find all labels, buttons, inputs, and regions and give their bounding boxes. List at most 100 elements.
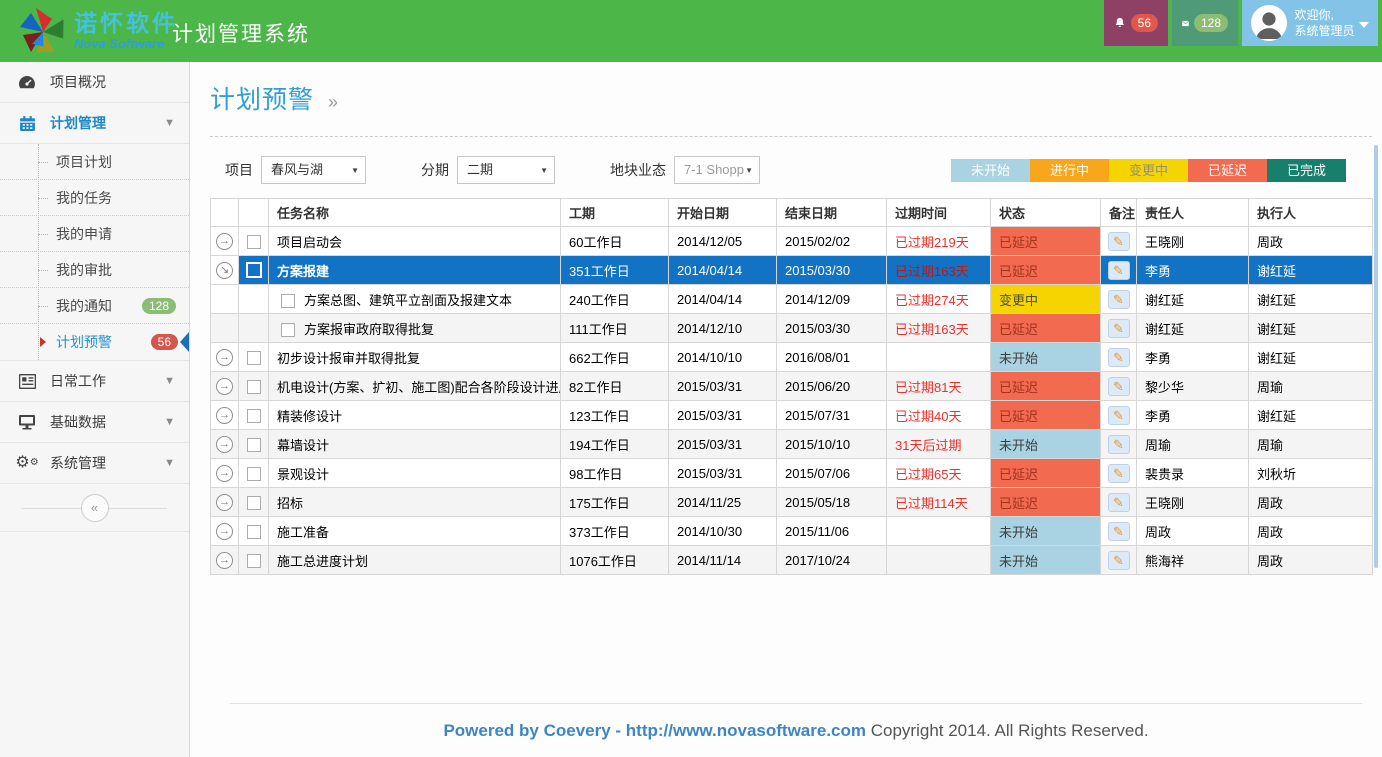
table-row[interactable]: →招标175工作日2014/11/252015/05/18已过期114天已延迟✎… xyxy=(211,488,1373,517)
expand-row-icon[interactable]: → xyxy=(216,523,233,540)
expand-row-icon[interactable]: → xyxy=(216,552,233,569)
edit-note-button[interactable]: ✎ xyxy=(1108,435,1130,454)
edit-note-button[interactable]: ✎ xyxy=(1108,377,1130,396)
expand-row-icon[interactable]: → xyxy=(216,465,233,482)
filter-select-3[interactable]: 7-1 Shopp▼ xyxy=(674,156,760,184)
table-scrollbar[interactable] xyxy=(1374,145,1378,568)
executor-cell: 周政 xyxy=(1249,517,1373,546)
sidebar-subitem-label: 我的申请 xyxy=(56,226,112,242)
sidebar-item-system-management[interactable]: ⚙⚙ 系统管理 ▼ xyxy=(0,443,189,484)
row-checkbox[interactable] xyxy=(247,554,261,568)
edit-note-button[interactable]: ✎ xyxy=(1108,261,1130,280)
table-row[interactable]: 方案总图、建筑平立剖面及报建文本240工作日2014/04/142014/12/… xyxy=(211,285,1373,314)
task-name-cell: 初步设计报审并取得批复 xyxy=(269,343,561,372)
edit-note-button[interactable]: ✎ xyxy=(1108,319,1130,338)
row-checkbox[interactable] xyxy=(247,235,261,249)
sidebar-collapse-button[interactable]: « xyxy=(81,494,109,522)
table-row[interactable]: →幕墙设计194工作日2015/03/312015/10/1031天后过期未开始… xyxy=(211,430,1373,459)
avatar xyxy=(1251,5,1287,41)
start-date-cell: 2014/11/14 xyxy=(669,546,777,575)
expand-row-icon[interactable]: → xyxy=(216,407,233,424)
expand-row-icon[interactable]: → xyxy=(216,436,233,453)
executor-cell: 谢红延 xyxy=(1249,343,1373,372)
filter-selected-value: 7-1 Shopp xyxy=(684,162,744,177)
collapse-row-icon[interactable]: ↘ xyxy=(216,262,233,279)
sidebar-subitem-label: 我的通知 xyxy=(56,298,112,314)
row-checkbox[interactable] xyxy=(247,409,261,423)
legend-button-5[interactable]: 已完成 xyxy=(1267,159,1346,182)
table-row[interactable]: →施工总进度计划1076工作日2014/11/142017/10/24未开始✎熊… xyxy=(211,546,1373,575)
legend-button-4[interactable]: 已延迟 xyxy=(1188,159,1267,182)
table-row[interactable]: 方案报审政府取得批复111工作日2014/12/102015/03/30已过期1… xyxy=(211,314,1373,343)
edit-note-button[interactable]: ✎ xyxy=(1108,522,1130,541)
edit-note-button[interactable]: ✎ xyxy=(1108,551,1130,570)
edit-note-button[interactable]: ✎ xyxy=(1108,348,1130,367)
expand-row-icon[interactable]: → xyxy=(216,349,233,366)
edit-note-button[interactable]: ✎ xyxy=(1108,406,1130,425)
overdue-cell: 已过期163天 xyxy=(887,314,991,343)
sidebar-subitem-3[interactable]: 我的申请 xyxy=(0,216,189,252)
row-checkbox[interactable] xyxy=(247,351,261,365)
dashboard-icon xyxy=(17,73,37,91)
sidebar-item-daily-work[interactable]: 日常工作 ▼ xyxy=(0,361,189,402)
row-checkbox[interactable] xyxy=(281,294,295,308)
edit-note-button[interactable]: ✎ xyxy=(1108,232,1130,251)
legend-button-1[interactable]: 未开始 xyxy=(951,159,1030,182)
row-checkbox[interactable] xyxy=(247,467,261,481)
edit-note-button[interactable]: ✎ xyxy=(1108,493,1130,512)
end-date-cell: 2017/10/24 xyxy=(777,546,887,575)
table-row[interactable]: ↘方案报建351工作日2014/04/142015/03/30已过期163天已延… xyxy=(211,256,1373,285)
expand-row-icon[interactable]: → xyxy=(216,233,233,250)
row-checkbox[interactable] xyxy=(247,496,261,510)
messages-button[interactable]: 128 xyxy=(1172,0,1238,46)
user-menu[interactable]: 欢迎你, 系统管理员 xyxy=(1242,0,1378,46)
task-name: 机电设计(方案、扩初、施工图)配合各阶段设计进度 xyxy=(277,380,561,395)
note-cell: ✎ xyxy=(1101,546,1137,575)
sidebar-item-base-data[interactable]: 基础数据 ▼ xyxy=(0,402,189,443)
sidebar-subitem-1[interactable]: 项目计划 xyxy=(0,144,189,180)
expand-cell: ↘ xyxy=(211,256,239,285)
filter-select-2[interactable]: 二期▼ xyxy=(457,156,555,184)
overdue-cell xyxy=(887,517,991,546)
legend-button-2[interactable]: 进行中 xyxy=(1030,159,1109,182)
sidebar: 项目概况 计划管理 ▼ 项目计划我的任务我的申请我的审批我的通知128计划预警5… xyxy=(0,62,190,757)
chevron-down-icon: ▼ xyxy=(164,457,175,469)
table-row[interactable]: →机电设计(方案、扩初、施工图)配合各阶段设计进度82工作日2015/03/31… xyxy=(211,372,1373,401)
app-header: 诺怀软件 Nova Software 计划管理系统 56 128 欢迎你, 系统… xyxy=(0,0,1382,62)
filters-row: 项目春风与湖▼分期二期▼地块业态7-1 Shopp▼ xyxy=(210,156,760,184)
expand-row-icon[interactable]: → xyxy=(216,494,233,511)
row-checkbox[interactable] xyxy=(247,380,261,394)
table-row[interactable]: →项目启动会60工作日2014/12/052015/02/02已过期219天已延… xyxy=(211,227,1373,256)
edit-note-button[interactable]: ✎ xyxy=(1108,290,1130,309)
column-header-3: 开始日期 xyxy=(669,199,777,227)
sidebar-subitem-5[interactable]: 我的通知128 xyxy=(0,288,189,324)
note-cell: ✎ xyxy=(1101,227,1137,256)
duration-cell: 82工作日 xyxy=(561,372,669,401)
expand-row-icon[interactable]: → xyxy=(216,378,233,395)
sidebar-subitem-6[interactable]: 计划预警56 xyxy=(0,324,189,360)
row-checkbox[interactable] xyxy=(281,323,295,337)
filter-select-1[interactable]: 春风与湖▼ xyxy=(261,156,366,184)
sidebar-subitem-label: 项目计划 xyxy=(56,154,112,170)
footer-link[interactable]: Powered by Coevery - http://www.novasoft… xyxy=(443,721,866,740)
table-row[interactable]: →初步设计报审并取得批复662工作日2014/10/102016/08/01未开… xyxy=(211,343,1373,372)
row-checkbox[interactable] xyxy=(247,438,261,452)
sidebar-item-label: 项目概况 xyxy=(50,72,106,92)
task-name-cell: 机电设计(方案、扩初、施工图)配合各阶段设计进度 xyxy=(269,372,561,401)
edit-note-button[interactable]: ✎ xyxy=(1108,464,1130,483)
duration-cell: 373工作日 xyxy=(561,517,669,546)
table-row[interactable]: →精装修设计123工作日2015/03/312015/07/31已过期40天已延… xyxy=(211,401,1373,430)
row-checkbox[interactable] xyxy=(246,262,262,278)
sidebar-item-plan-management[interactable]: 计划管理 ▼ xyxy=(0,103,189,144)
legend-button-3[interactable]: 变更中 xyxy=(1109,159,1188,182)
row-checkbox[interactable] xyxy=(247,525,261,539)
sidebar-subitem-4[interactable]: 我的审批 xyxy=(0,252,189,288)
sidebar-item-overview[interactable]: 项目概况 xyxy=(0,62,189,103)
sidebar-subitem-2[interactable]: 我的任务 xyxy=(0,180,189,216)
table-row[interactable]: →施工准备373工作日2014/10/302015/11/06未开始✎周政周政 xyxy=(211,517,1373,546)
notifications-button[interactable]: 56 xyxy=(1104,0,1168,46)
filter-label: 分期 xyxy=(421,160,449,180)
table-row[interactable]: →景观设计98工作日2015/03/312015/07/06已过期65天已延迟✎… xyxy=(211,459,1373,488)
duration-cell: 662工作日 xyxy=(561,343,669,372)
chevron-down-icon: ▼ xyxy=(164,416,175,428)
